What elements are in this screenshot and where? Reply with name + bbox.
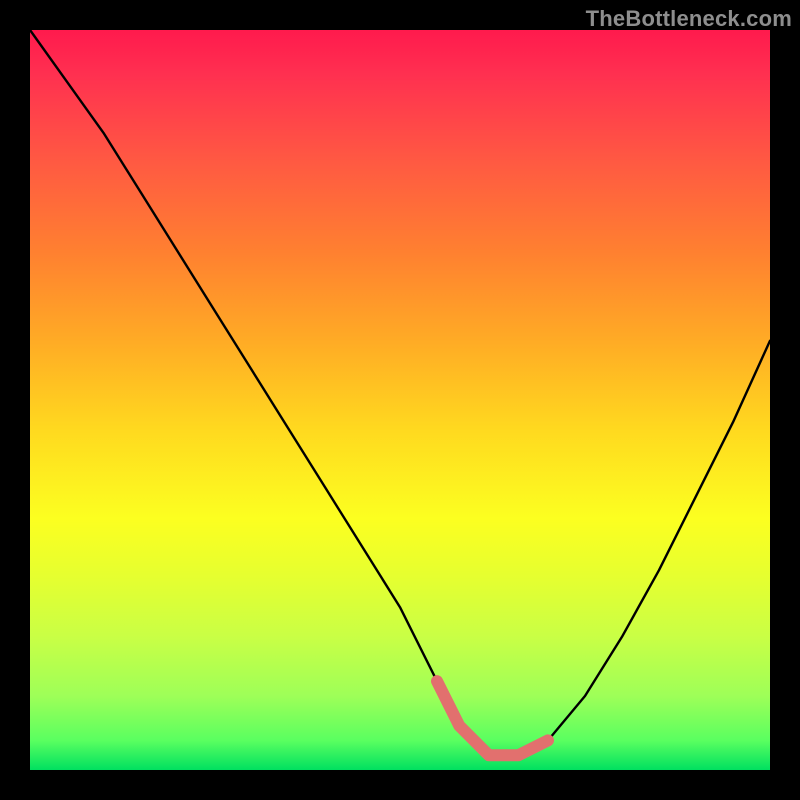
gradient-plot-area	[30, 30, 770, 770]
bottleneck-curve-path	[30, 30, 770, 755]
watermark-label: TheBottleneck.com	[586, 6, 792, 32]
chart-frame: TheBottleneck.com	[0, 0, 800, 800]
optimal-range-path	[437, 681, 548, 755]
curve-layer	[30, 30, 770, 770]
